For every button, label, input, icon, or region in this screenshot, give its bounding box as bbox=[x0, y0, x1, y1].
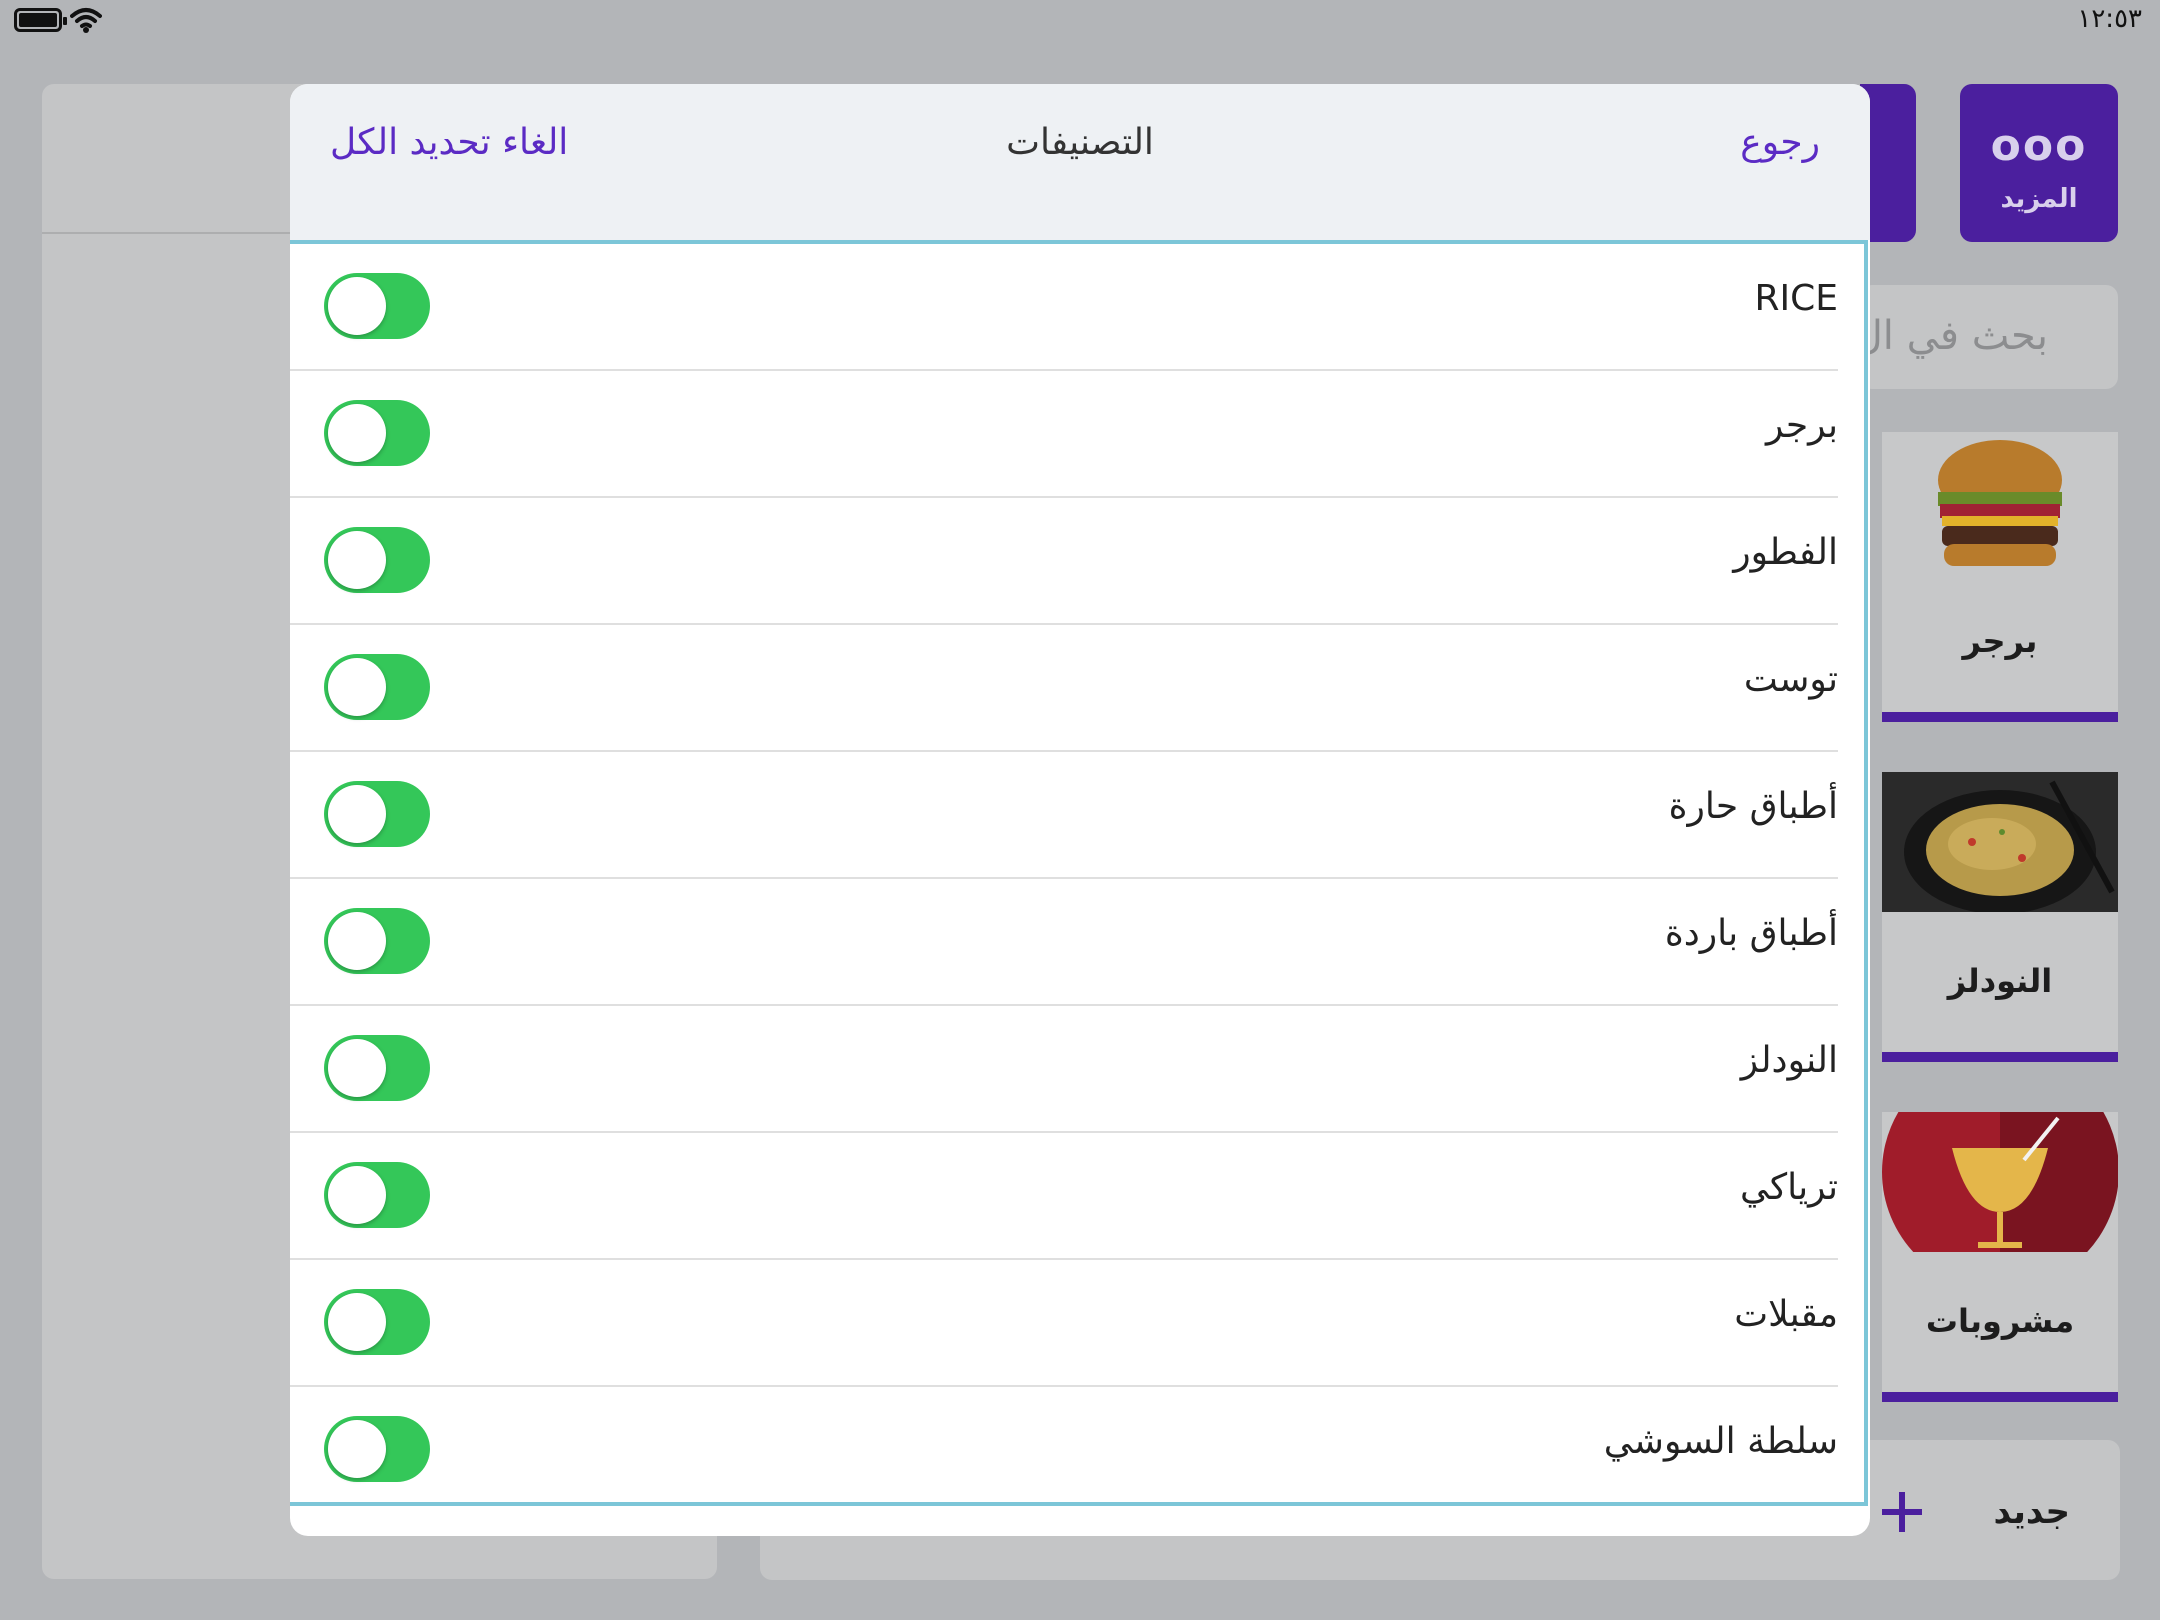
category-name: ترياكي bbox=[1739, 1167, 1838, 1208]
category-card[interactable]: برجر bbox=[1882, 432, 2118, 722]
category-name: أطباق حارة bbox=[1668, 786, 1838, 827]
category-underline bbox=[1882, 1392, 2118, 1402]
category-toggle[interactable] bbox=[324, 781, 430, 847]
more-button[interactable]: ooo المزيد bbox=[1960, 84, 2118, 242]
list-item: RICE bbox=[290, 244, 1864, 371]
list-item: مقبلات bbox=[290, 1260, 1864, 1387]
status-time: ١٢:٥٣ bbox=[2077, 4, 2142, 34]
category-toggle[interactable] bbox=[324, 400, 430, 466]
category-toggle[interactable] bbox=[324, 1162, 430, 1228]
plus-icon bbox=[1882, 1492, 1922, 1532]
category-toggle[interactable] bbox=[324, 1416, 430, 1482]
category-underline bbox=[1882, 1052, 2118, 1062]
categories-modal: رجوع التصنيفات الغاء تحديد الكل RICE برج… bbox=[290, 84, 1870, 1536]
category-underline bbox=[1882, 712, 2118, 722]
category-card[interactable]: مشروبات bbox=[1882, 1112, 2118, 1402]
burger-image bbox=[1882, 432, 2118, 572]
status-bar: ١٢:٥٣ bbox=[0, 0, 2160, 40]
search-placeholder: بحث في ال bbox=[1860, 313, 2048, 359]
battery-icon bbox=[14, 8, 67, 32]
category-name: RICE bbox=[1754, 278, 1838, 319]
category-label: برجر bbox=[1962, 622, 2038, 660]
list-item: أطباق باردة bbox=[290, 879, 1864, 1006]
more-icon: ooo bbox=[1990, 120, 2088, 171]
category-toggle[interactable] bbox=[324, 654, 430, 720]
list-item: أطباق حارة bbox=[290, 752, 1864, 879]
category-toggle[interactable] bbox=[324, 1035, 430, 1101]
category-name: أطباق باردة bbox=[1664, 913, 1838, 954]
category-name: سلطة السوشي bbox=[1603, 1421, 1838, 1462]
new-button[interactable]: جديد bbox=[1860, 1450, 2118, 1576]
category-name: الفطور bbox=[1733, 532, 1838, 573]
category-toggle[interactable] bbox=[324, 1289, 430, 1355]
wifi-icon bbox=[70, 8, 102, 33]
category-name: النودلز bbox=[1740, 1040, 1838, 1081]
more-button-label: المزيد bbox=[2000, 184, 2078, 214]
category-label: مشروبات bbox=[1925, 1302, 2075, 1340]
deselect-all-button[interactable]: الغاء تحديد الكل bbox=[330, 122, 568, 163]
list-item: سلطة السوشي bbox=[290, 1387, 1864, 1514]
category-label: النودلز bbox=[1947, 962, 2053, 1000]
categories-list[interactable]: RICE برجر الفطور توست أطباق حارة أطباق ب… bbox=[290, 240, 1868, 1506]
search-input[interactable]: بحث في ال bbox=[1860, 285, 2118, 389]
new-button-label: جديد bbox=[1993, 1492, 2070, 1532]
list-item: الفطور bbox=[290, 498, 1864, 625]
category-card[interactable]: النودلز bbox=[1882, 772, 2118, 1062]
category-name: برجر bbox=[1766, 405, 1838, 446]
category-name: توست bbox=[1743, 659, 1838, 700]
list-item: برجر bbox=[290, 371, 1864, 498]
noodles-image bbox=[1882, 772, 2118, 912]
list-item: توست bbox=[290, 625, 1864, 752]
drinks-image bbox=[1882, 1112, 2118, 1252]
modal-header: رجوع التصنيفات الغاء تحديد الكل bbox=[290, 84, 1870, 240]
category-toggle[interactable] bbox=[324, 273, 430, 339]
category-name: مقبلات bbox=[1734, 1294, 1838, 1335]
category-toggle[interactable] bbox=[324, 908, 430, 974]
list-item: ترياكي bbox=[290, 1133, 1864, 1260]
category-toggle[interactable] bbox=[324, 527, 430, 593]
list-item: النودلز bbox=[290, 1006, 1864, 1133]
